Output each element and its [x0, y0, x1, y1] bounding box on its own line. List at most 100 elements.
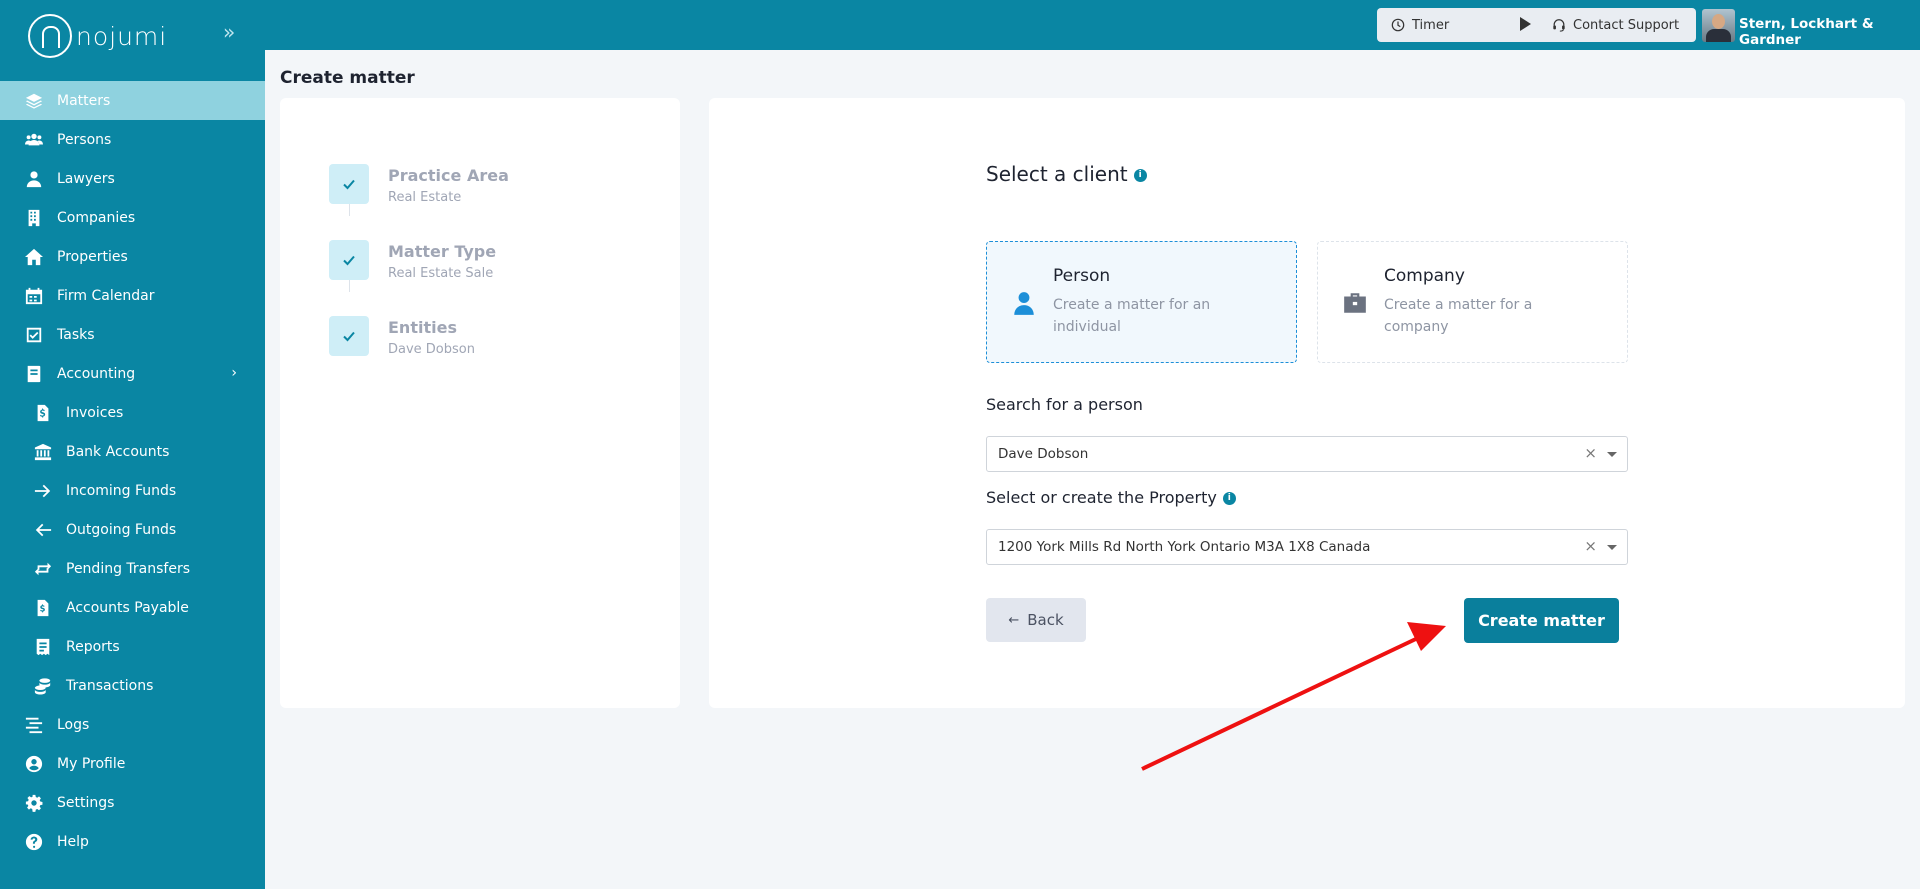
step-title: Entities: [388, 318, 457, 337]
timer-label: Timer: [1412, 17, 1450, 33]
step-value: Real Estate: [388, 190, 462, 205]
info-icon[interactable]: i: [1133, 169, 1147, 182]
question-circle-icon: [24, 832, 44, 852]
sidebar-item-label: Help: [57, 833, 89, 850]
clear-property-icon[interactable]: ×: [1584, 537, 1597, 555]
sidebar-item-bank-accounts[interactable]: Bank Accounts: [0, 432, 265, 471]
sidebar-item-label: Outgoing Funds: [66, 521, 177, 538]
logo-text: nojumi: [76, 21, 168, 51]
sidebar-item-label: My Profile: [57, 755, 126, 772]
company-option-title: Company: [1384, 266, 1465, 286]
property-label-row: Select or create the Property i: [986, 488, 1236, 507]
ledger-icon: [24, 364, 44, 384]
sidebar-item-label: Companies: [57, 209, 136, 226]
calendar-icon: [24, 286, 44, 306]
sidebar-item-label: Invoices: [66, 404, 124, 421]
property-label: Select or create the Property: [986, 488, 1217, 507]
sidebar-item-pending-transfers[interactable]: Pending Transfers: [0, 549, 265, 588]
chevron-down-icon[interactable]: [1607, 545, 1617, 550]
check-icon: [329, 164, 369, 204]
sidebar-item-label: Incoming Funds: [66, 482, 177, 499]
bank-icon: [33, 442, 53, 462]
property-select[interactable]: 1200 York Mills Rd North York Ontario M3…: [986, 529, 1628, 565]
create-matter-button[interactable]: Create matter: [1464, 598, 1619, 643]
sidebar-item-outgoing-funds[interactable]: Outgoing Funds: [0, 510, 265, 549]
sidebar-item-label: Persons: [57, 131, 112, 148]
sidebar-item-accounts-payable[interactable]: Accounts Payable: [0, 588, 265, 627]
sidebar-item-label: Logs: [57, 716, 90, 733]
sidebar: nojumi » Matters Persons Lawyers Compani…: [0, 0, 265, 889]
person-select[interactable]: Dave Dobson ×: [986, 436, 1628, 472]
step-value: Dave Dobson: [388, 342, 475, 357]
clear-person-icon[interactable]: ×: [1584, 444, 1597, 462]
sidebar-item-label: Tasks: [57, 326, 95, 343]
step-value: Real Estate Sale: [388, 266, 494, 281]
sidebar-item-my-profile[interactable]: My Profile: [0, 744, 265, 783]
check-icon: [329, 240, 369, 280]
sidebar-item-accounting[interactable]: Accounting ›: [0, 354, 265, 393]
sidebar-item-label: Pending Transfers: [66, 560, 191, 577]
step-title: Matter Type: [388, 242, 497, 261]
briefcase-icon: [1344, 293, 1366, 313]
user-tie-icon: [24, 169, 44, 189]
page-title: Create matter: [280, 68, 415, 88]
play-icon[interactable]: [1520, 17, 1531, 31]
gear-icon: [24, 793, 44, 813]
sidebar-item-label: Bank Accounts: [66, 443, 170, 460]
layers-icon: [24, 91, 44, 111]
sidebar-item-help[interactable]: Help: [0, 822, 265, 861]
users-icon: [24, 130, 44, 150]
person-option-card[interactable]: Person Create a matter for an individual: [986, 241, 1297, 363]
arrow-right-icon: [33, 481, 53, 501]
sidebar-item-transactions[interactable]: Transactions: [0, 666, 265, 705]
contact-support-button[interactable]: Contact Support: [1538, 8, 1696, 42]
arrow-left-icon: ←: [1008, 612, 1020, 628]
sidebar-item-incoming-funds[interactable]: Incoming Funds: [0, 471, 265, 510]
sidebar-item-invoices[interactable]: Invoices: [0, 393, 265, 432]
sidebar-item-label: Transactions: [66, 677, 154, 694]
invoice-icon: [33, 403, 53, 423]
sidebar-item-label: Accounts Payable: [66, 599, 189, 616]
home-icon: [24, 247, 44, 267]
checkbox-icon: [24, 325, 44, 345]
sidebar-item-settings[interactable]: Settings: [0, 783, 265, 822]
sidebar-item-properties[interactable]: Properties: [0, 237, 265, 276]
step-entities[interactable]: Entities Dave Dobson: [329, 316, 475, 357]
company-option-description: Create a matter for a company: [1384, 297, 1533, 335]
building-icon: [24, 208, 44, 228]
timer-button[interactable]: Timer: [1377, 8, 1551, 42]
sidebar-item-reports[interactable]: Reports: [0, 627, 265, 666]
step-matter-type[interactable]: Matter Type Real Estate Sale: [329, 240, 496, 281]
select-client-title: Select a client: [986, 162, 1128, 186]
avatar[interactable]: [1702, 9, 1735, 42]
info-icon[interactable]: i: [1222, 492, 1236, 505]
chevron-down-icon[interactable]: [1607, 452, 1617, 457]
sidebar-item-firm-calendar[interactable]: Firm Calendar: [0, 276, 265, 315]
sidebar-item-persons[interactable]: Persons: [0, 120, 265, 159]
step-practice-area[interactable]: Practice Area Real Estate: [329, 164, 509, 205]
nojumi-logo[interactable]: nojumi: [28, 14, 167, 58]
align-center-icon: [24, 715, 44, 735]
back-button-label: Back: [1027, 611, 1064, 629]
contact-support-label: Contact Support: [1573, 17, 1680, 33]
sidebar-item-lawyers[interactable]: Lawyers: [0, 159, 265, 198]
expand-sidebar-icon[interactable]: »: [223, 20, 235, 44]
firm-name[interactable]: Stern, Lockhart & Gardner: [1739, 16, 1920, 48]
sidebar-item-label: Properties: [57, 248, 128, 265]
sidebar-item-label: Matters: [57, 92, 111, 109]
payable-icon: [33, 598, 53, 618]
back-button[interactable]: ← Back: [986, 598, 1086, 642]
sidebar-item-companies[interactable]: Companies: [0, 198, 265, 237]
step-title: Practice Area: [388, 166, 509, 185]
sidebar-item-label: Reports: [66, 638, 120, 655]
sidebar-item-label: Accounting: [57, 365, 136, 382]
logo-mark-icon: [28, 14, 72, 58]
person-option-description: Create a matter for an individual: [1053, 297, 1211, 335]
company-option-card[interactable]: Company Create a matter for a company: [1317, 241, 1628, 363]
clock-icon: [1391, 18, 1405, 32]
top-bar: Timer Contact Support Stern, Lockhart & …: [265, 0, 1920, 50]
sidebar-item-logs[interactable]: Logs: [0, 705, 265, 744]
sidebar-item-matters[interactable]: Matters: [0, 81, 265, 120]
search-person-label: Search for a person: [986, 395, 1143, 414]
sidebar-item-tasks[interactable]: Tasks: [0, 315, 265, 354]
